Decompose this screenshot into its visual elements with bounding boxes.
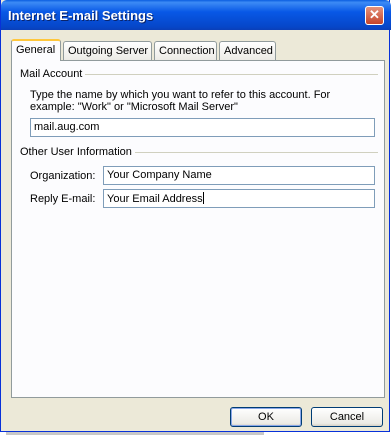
organization-value: Your Company Name bbox=[107, 169, 212, 181]
cancel-button-label: Cancel bbox=[329, 411, 365, 423]
tab-label: Outgoing Server bbox=[68, 45, 149, 57]
window-title: Internet E-mail Settings bbox=[8, 8, 154, 23]
tab-advanced[interactable]: Advanced bbox=[219, 41, 276, 60]
tab-label: Advanced bbox=[224, 45, 273, 57]
account-name-value: mail.aug.com bbox=[34, 121, 100, 133]
tab-connection[interactable]: Connection bbox=[154, 41, 217, 60]
reply-email-input[interactable]: Your Email Address bbox=[103, 189, 375, 208]
tab-label: General bbox=[16, 44, 56, 56]
dialog-window: Internet E-mail Settings ✕ General Outgo… bbox=[0, 0, 391, 432]
general-tab-panel: Mail Account Type the name by which you … bbox=[11, 60, 385, 398]
ok-button[interactable]: OK bbox=[230, 407, 302, 427]
background-page-edge bbox=[0, 432, 392, 441]
reply-email-value: Your Email Address bbox=[107, 193, 203, 205]
account-name-input[interactable]: mail.aug.com bbox=[30, 118, 375, 137]
background-text-fragment bbox=[6, 432, 264, 435]
text-caret bbox=[202, 192, 204, 204]
title-bar[interactable]: Internet E-mail Settings ✕ bbox=[1, 0, 391, 30]
organization-input[interactable]: Your Company Name bbox=[103, 166, 375, 185]
ok-button-label: OK bbox=[258, 411, 274, 423]
account-description: Type the name by which you want to refer… bbox=[30, 89, 331, 113]
reply-email-label: Reply E-mail: bbox=[30, 193, 96, 205]
tab-label: Connection bbox=[159, 45, 215, 57]
tab-outgoing-server[interactable]: Outgoing Server bbox=[63, 41, 152, 60]
cancel-button[interactable]: Cancel bbox=[311, 407, 383, 427]
organization-label: Organization: bbox=[30, 170, 96, 182]
close-icon: ✕ bbox=[369, 7, 380, 22]
user-info-group-label: Other User Information bbox=[20, 146, 135, 158]
mail-account-group-label: Mail Account bbox=[20, 68, 86, 80]
tab-general[interactable]: General bbox=[11, 39, 61, 61]
close-button[interactable]: ✕ bbox=[365, 6, 384, 25]
